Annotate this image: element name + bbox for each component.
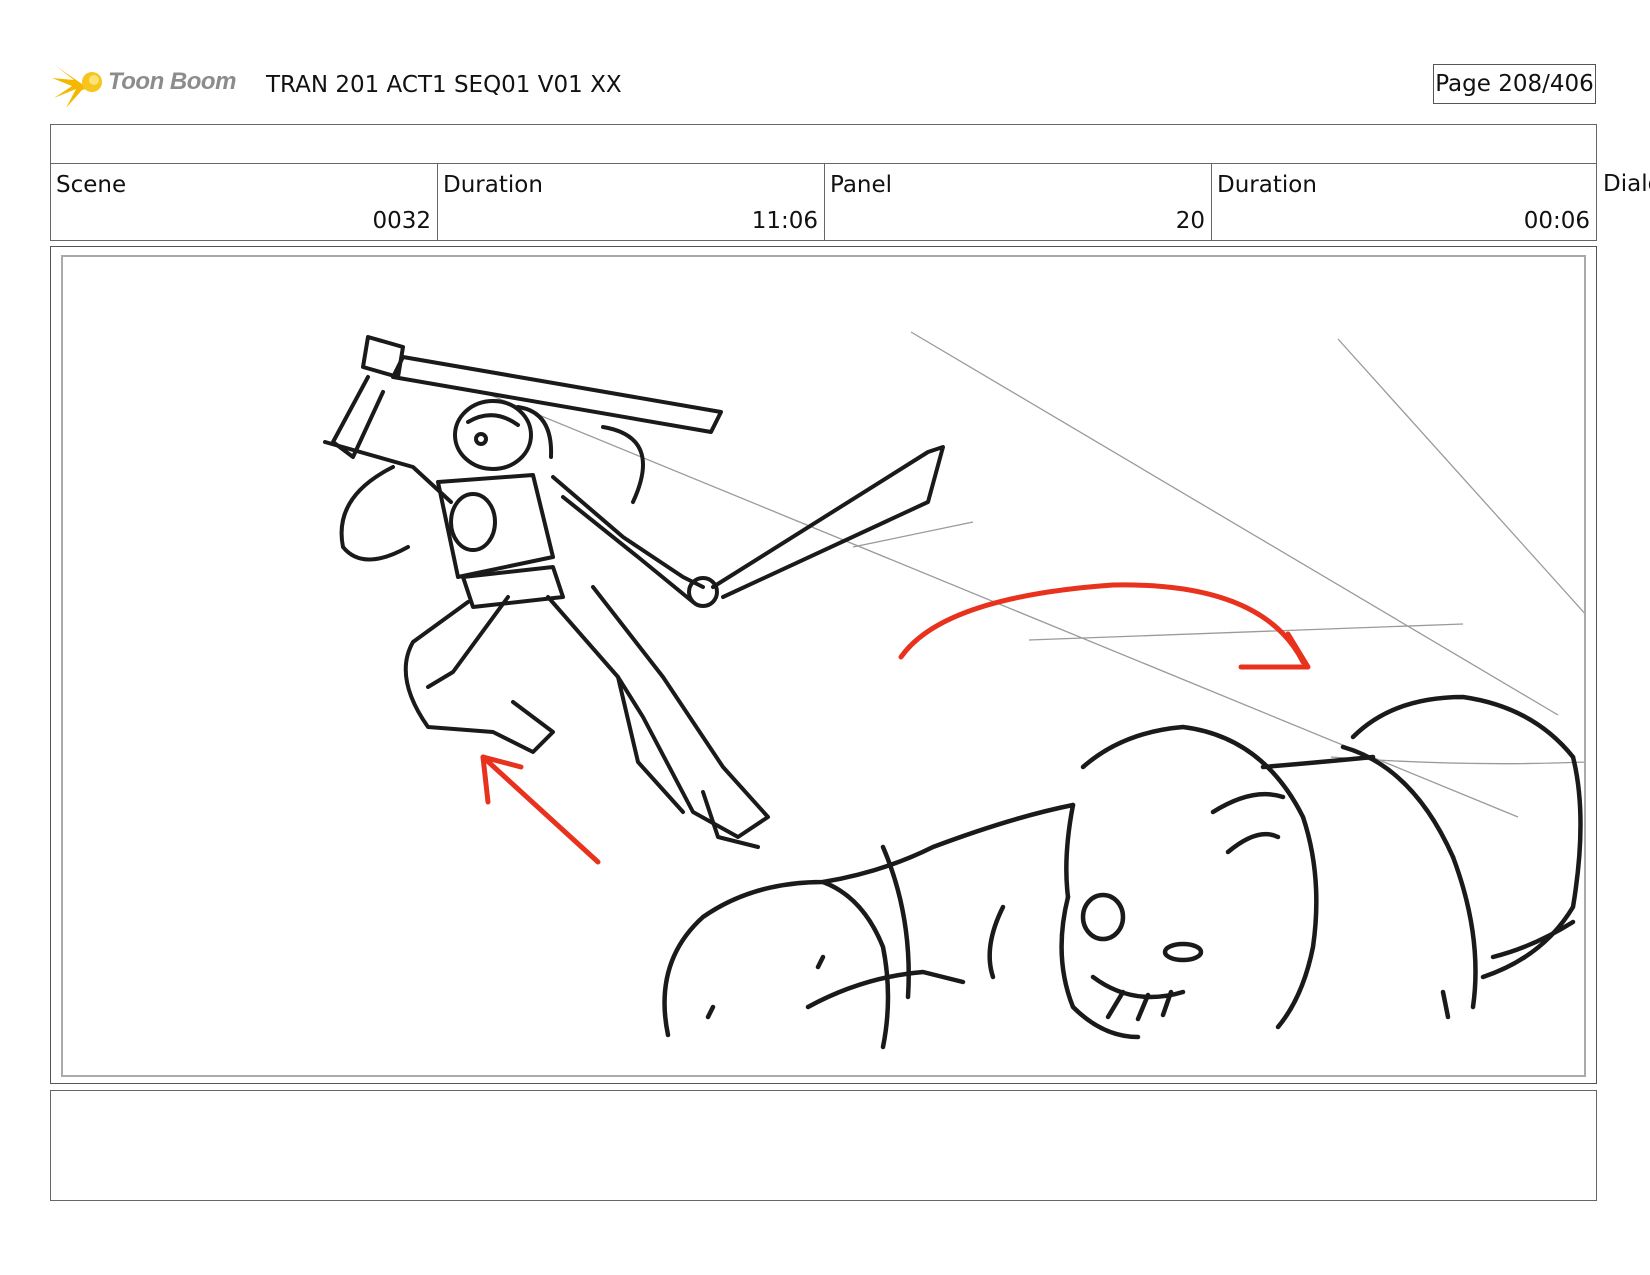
storyboard-panel xyxy=(61,255,1586,1077)
scene-value: 0032 xyxy=(372,208,431,234)
speed-lines xyxy=(482,331,1584,818)
panel-cell: Panel 20 xyxy=(824,163,1212,241)
scene-duration-value: 11:06 xyxy=(751,208,818,234)
leap-arrow xyxy=(480,754,601,865)
info-row: Scene 0032 Duration 11:06 Panel 20 Durat… xyxy=(50,163,1597,241)
scene-label: Scene xyxy=(56,172,127,198)
dialog-label: Dialo xyxy=(1603,171,1650,197)
panel-label: Panel xyxy=(830,172,893,198)
toon-boom-logo-icon xyxy=(52,66,102,108)
sequence-info-bar xyxy=(50,124,1597,164)
toon-boom-logo: Toon Boom xyxy=(52,56,252,112)
swing-arrow xyxy=(898,582,1306,665)
scene-duration-cell: Duration 11:06 xyxy=(437,163,825,241)
panel-duration-label: Duration xyxy=(1217,172,1317,198)
motion-arrows xyxy=(480,582,1311,865)
storyboard-sketch xyxy=(323,331,1584,1050)
scene-duration-label: Duration xyxy=(443,172,543,198)
panel-value: 20 xyxy=(1175,208,1205,234)
hero-character xyxy=(323,335,945,849)
logo-text: Toon Boom xyxy=(108,68,236,95)
panel-duration-cell: Duration 00:06 xyxy=(1211,163,1597,241)
swing-arrowhead xyxy=(1238,631,1311,670)
villain-character xyxy=(662,694,1583,1050)
document-title: TRAN 201 ACT1 SEQ01 V01 XX xyxy=(266,72,622,98)
page-number: Page 208/406 xyxy=(1433,64,1596,104)
panel-duration-value: 00:06 xyxy=(1523,208,1590,234)
scene-cell: Scene 0032 xyxy=(50,163,438,241)
action-notes-box xyxy=(50,1090,1597,1201)
